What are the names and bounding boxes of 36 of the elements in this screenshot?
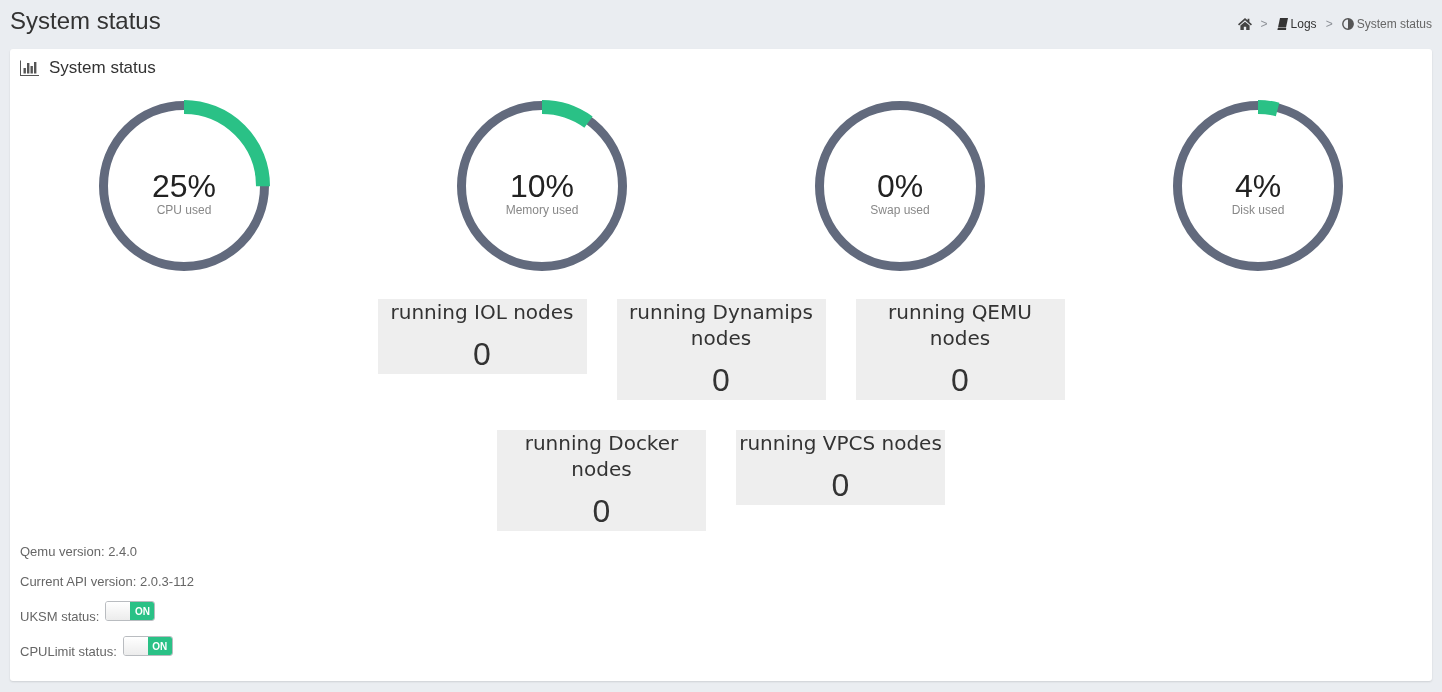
- breadcrumb-separator: >: [1260, 16, 1268, 31]
- gauge-label: Disk used: [1231, 203, 1285, 217]
- gauge-label: Memory used: [505, 203, 579, 217]
- gauge-value: 25%: [151, 169, 216, 203]
- breadcrumb-link[interactable]: Logs: [1276, 16, 1317, 31]
- gauge-label: CPU used: [156, 203, 212, 217]
- node-count-value: 0: [472, 335, 492, 374]
- half-circle-icon: [1341, 17, 1354, 30]
- toggle-knob: [123, 637, 148, 655]
- node-count-title: running Dynamips nodes: [628, 299, 814, 351]
- node-count-title: running Docker nodes: [523, 430, 680, 482]
- gauge-value: 4%: [1234, 169, 1282, 203]
- gauge-value: 0%: [876, 169, 924, 203]
- node-count-title: running IOL nodes: [389, 299, 575, 325]
- page-title: System status: [10, 6, 161, 36]
- info-text: Current API version: 2.0.3-112: [20, 573, 194, 591]
- gauge-value: 10%: [509, 169, 574, 203]
- node-count-value: 0: [950, 361, 970, 400]
- node-count-title: running VPCS nodes: [738, 430, 943, 456]
- toggle-switch[interactable]: ON: [122, 636, 173, 656]
- breadcrumb-current: System status: [1356, 16, 1432, 31]
- node-count-value: 0: [591, 492, 612, 531]
- toggle-label: CPULimit status:: [20, 643, 117, 661]
- panel-title: System status: [49, 58, 156, 78]
- node-count-value: 0: [711, 361, 731, 400]
- node-count-title: running QEMU nodes: [887, 299, 1033, 351]
- breadcrumb-separator: >: [1325, 16, 1333, 31]
- toggle-knob: [106, 602, 131, 620]
- home-icon[interactable]: [1237, 17, 1252, 30]
- bar-chart-icon: [20, 60, 39, 76]
- info-text: Qemu version: 2.4.0: [20, 543, 138, 561]
- book-icon: [1276, 17, 1288, 30]
- node-count-value: 0: [830, 466, 851, 505]
- toggle-label: UKSM status:: [20, 608, 100, 626]
- gauge-label: Swap used: [870, 203, 930, 217]
- toggle-switch[interactable]: ON: [105, 601, 156, 621]
